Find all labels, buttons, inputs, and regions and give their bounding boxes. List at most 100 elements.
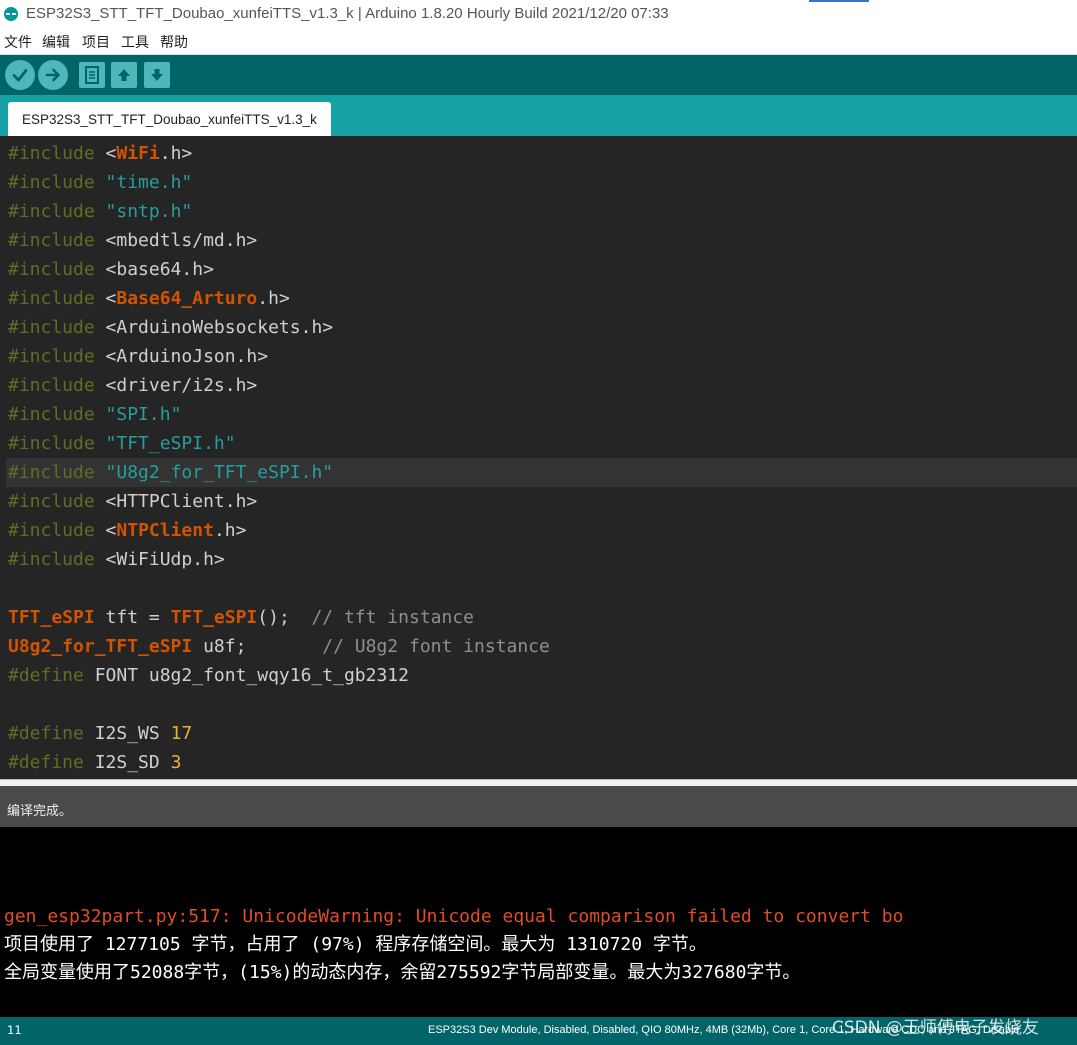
code-token: <ArduinoJson.h> xyxy=(94,346,269,367)
verify-button[interactable] xyxy=(5,60,35,90)
tab-sketch[interactable]: ESP32S3_STT_TFT_Doubao_xunfeiTTS_v1.3_k xyxy=(8,102,331,136)
code-token: <HTTPClient.h> xyxy=(94,491,258,512)
code-line[interactable]: #include <mbedtls/md.h> xyxy=(8,226,257,255)
code-token: <base64.h> xyxy=(94,259,214,280)
check-icon xyxy=(12,69,28,82)
status-message: 编译完成。 xyxy=(7,804,73,819)
code-token: #include xyxy=(8,404,95,425)
status-bar: 编译完成。 xyxy=(0,786,1077,827)
arrow-right-icon xyxy=(45,68,60,82)
code-token: #include xyxy=(8,375,95,396)
code-token: I2S_SD xyxy=(83,752,171,773)
upload-button[interactable] xyxy=(38,60,68,90)
code-token: U8g2_for_TFT_eSPI xyxy=(8,636,193,657)
code-token: < xyxy=(94,520,117,541)
code-token: <ArduinoWebsockets.h> xyxy=(94,317,334,338)
code-token: < xyxy=(94,288,117,309)
code-token: "time.h" xyxy=(105,172,193,193)
code-line[interactable]: #define FONT u8g2_font_wqy16_t_gb2312 xyxy=(8,661,409,690)
code-token: <mbedtls/md.h> xyxy=(94,230,258,251)
title-bar: ESP32S3_STT_TFT_Doubao_xunfeiTTS_v1.3_k … xyxy=(0,0,1077,30)
code-token: <driver/i2s.h> xyxy=(94,375,258,396)
menu-sketch[interactable]: 项目 xyxy=(82,32,110,52)
code-token: #include xyxy=(8,433,95,454)
code-token: #define xyxy=(8,723,84,744)
code-token: // U8g2 font instance xyxy=(322,636,550,657)
code-line[interactable]: #include <NTPClient.h> xyxy=(8,516,246,545)
code-token: .h> xyxy=(257,288,290,309)
menu-file[interactable]: 文件 xyxy=(4,32,32,52)
code-token: tft = xyxy=(94,607,171,628)
code-token: #include xyxy=(8,549,95,570)
code-line[interactable]: #include <WiFi.h> xyxy=(8,139,192,168)
arrow-down-icon xyxy=(151,69,163,81)
code-token: FONT u8g2_font_wqy16_t_gb2312 xyxy=(83,665,409,686)
code-line[interactable]: #define I2S_WS 17 xyxy=(8,719,192,748)
code-token: #include xyxy=(8,230,95,251)
tab-strip: ESP32S3_STT_TFT_Doubao_xunfeiTTS_v1.3_k xyxy=(0,95,1077,136)
document-icon xyxy=(85,66,99,84)
code-token: #define xyxy=(8,665,84,686)
watermark: CSDN @王师傅电子发烧友 xyxy=(832,1018,1039,1038)
menu-help[interactable]: 帮助 xyxy=(160,32,188,52)
code-token: // tft instance xyxy=(311,607,475,628)
code-line[interactable]: #include "sntp.h" xyxy=(8,197,192,226)
code-token: #include xyxy=(8,201,95,222)
code-line[interactable]: #include <driver/i2s.h> xyxy=(8,371,257,400)
code-token: .h> xyxy=(159,143,193,164)
code-line[interactable]: #include <ArduinoWebsockets.h> xyxy=(8,313,333,342)
code-token: "U8g2_for_TFT_eSPI.h" xyxy=(105,462,334,483)
code-token: #include xyxy=(8,346,95,367)
code-token: #include xyxy=(8,491,95,512)
code-token: TFT_eSPI xyxy=(8,607,95,628)
title-accent-line xyxy=(809,0,869,2)
editor-console-divider[interactable] xyxy=(0,779,1077,786)
console-output[interactable]: gen_esp32part.py:517: UnicodeWarning: Un… xyxy=(0,827,1077,1017)
arrow-up-icon xyxy=(118,69,130,81)
code-token: I2S_WS xyxy=(83,723,171,744)
console-info-line: 全局变量使用了52088字节，(15%)的动态内存，余留275592字节局部变量… xyxy=(4,962,801,983)
code-line[interactable]: U8g2_for_TFT_eSPI u8f; // U8g2 font inst… xyxy=(8,632,550,661)
code-line[interactable]: #include "time.h" xyxy=(8,168,192,197)
console-info-line: 项目使用了 1277105 字节，占用了 (97%) 程序存储空间。最大为 13… xyxy=(4,934,707,955)
code-line[interactable]: #include "TFT_eSPI.h" xyxy=(8,429,236,458)
arduino-logo-icon xyxy=(4,7,18,21)
code-token: #include xyxy=(8,288,95,309)
code-line[interactable]: #include "U8g2_for_TFT_eSPI.h" xyxy=(6,458,1077,487)
code-token: #include xyxy=(8,172,95,193)
window-title: ESP32S3_STT_TFT_Doubao_xunfeiTTS_v1.3_k … xyxy=(26,5,669,22)
code-line[interactable]: #include <WiFiUdp.h> xyxy=(8,545,225,574)
menu-tools[interactable]: 工具 xyxy=(121,32,149,52)
code-line[interactable]: #include <HTTPClient.h> xyxy=(8,487,257,516)
code-token: < xyxy=(94,143,117,164)
code-line[interactable]: #define I2S_SD 3 xyxy=(8,748,181,777)
code-token: 3 xyxy=(170,752,182,773)
code-editor[interactable]: #include <WiFi.h> #include "time.h" #inclu… xyxy=(0,136,1077,779)
code-line[interactable]: TFT_eSPI tft = TFT_eSPI(); // tft instan… xyxy=(8,603,474,632)
code-token: WiFi xyxy=(116,143,160,164)
save-button[interactable] xyxy=(144,62,170,88)
code-token: #include xyxy=(8,317,95,338)
code-token: .h> xyxy=(213,520,247,541)
code-line[interactable]: #include <ArduinoJson.h> xyxy=(8,342,268,371)
code-line[interactable]: #include "SPI.h" xyxy=(8,400,181,429)
code-token: #include xyxy=(8,259,95,280)
code-line[interactable]: #include <Base64_Arturo.h> xyxy=(8,284,290,313)
code-token: Base64_Arturo xyxy=(116,288,258,309)
console-warning-line: gen_esp32part.py:517: UnicodeWarning: Un… xyxy=(4,906,904,927)
menu-edit[interactable]: 编辑 xyxy=(42,32,70,52)
new-button[interactable] xyxy=(79,62,105,88)
code-token: #include xyxy=(8,143,95,164)
line-number: 11 xyxy=(7,1023,22,1037)
open-button[interactable] xyxy=(111,62,137,88)
code-token: #include xyxy=(8,520,95,541)
code-token: <WiFiUdp.h> xyxy=(94,549,225,570)
menu-bar: 文件 编辑 项目 工具 帮助 xyxy=(0,30,1077,55)
code-line[interactable]: #include <base64.h> xyxy=(8,255,214,284)
code-token: (); xyxy=(257,607,312,628)
